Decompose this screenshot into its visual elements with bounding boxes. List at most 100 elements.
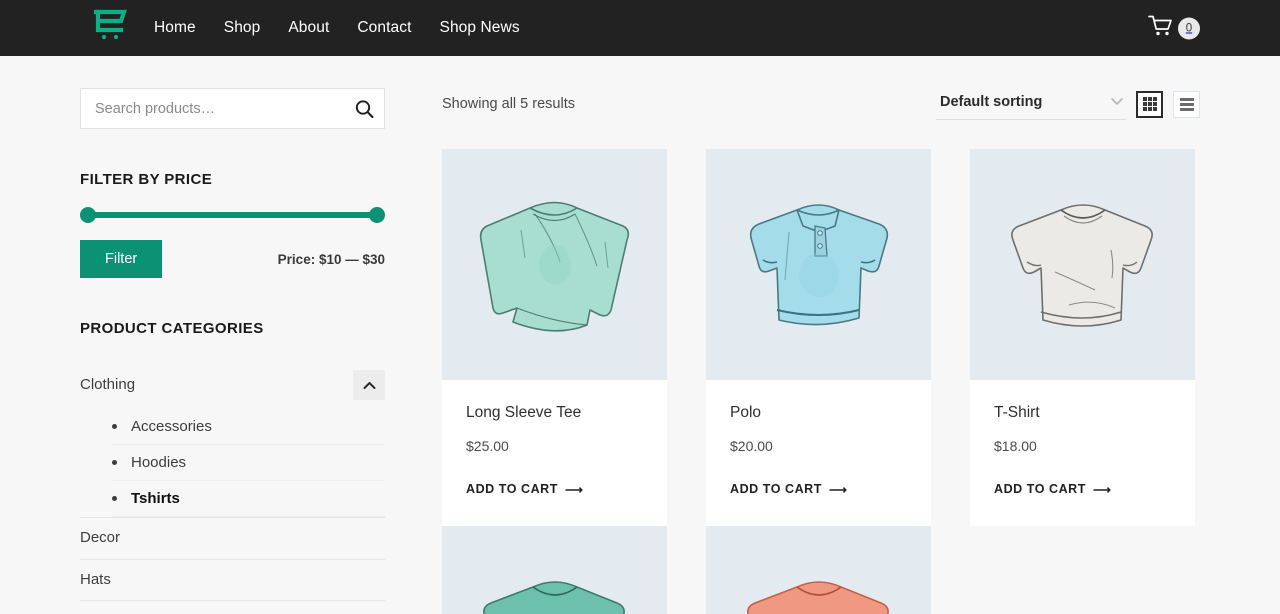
category-list: Clothing Accessories Hoodies Tshirts Dec…: [80, 361, 385, 614]
subcategory-link-hoodies[interactable]: Hoodies: [131, 454, 186, 471]
shop-content: Showing all 5 results Default sorting Lo…: [385, 86, 1200, 614]
add-to-cart-label: Add to cart: [730, 482, 822, 496]
chevron-down-icon: [1110, 93, 1124, 111]
subcategory-row: Tshirts: [112, 481, 385, 516]
subcategory-item-accessories: Accessories: [112, 409, 385, 445]
arrow-right-icon: ⟶: [1092, 482, 1112, 497]
sorting-selected-value: Default sorting: [940, 94, 1043, 110]
product-title[interactable]: Polo: [730, 404, 907, 422]
category-item-decor: Decor: [80, 518, 385, 560]
product-title[interactable]: T-Shirt: [994, 404, 1171, 422]
subcategory-row: Accessories: [112, 409, 385, 444]
category-item-music: Music: [80, 601, 385, 614]
shopping-cart-icon: [1148, 14, 1174, 43]
price-filter-title: FILTER BY PRICE: [80, 171, 213, 188]
sorting-dropdown[interactable]: Default sorting: [936, 88, 1126, 120]
toolbar-controls: Default sorting: [936, 88, 1200, 120]
teal-shirt-illustration: [482, 580, 625, 614]
product-price: $25.00: [466, 438, 509, 454]
sidebar: FILTER BY PRICE Filter Price: $10 — $30 …: [80, 86, 385, 614]
product-card[interactable]: [706, 526, 931, 614]
product-info: Long Sleeve Tee $25.00 Add to cart ⟶: [442, 380, 667, 526]
list-view-button[interactable]: [1173, 90, 1200, 118]
price-filter-controls: Filter Price: $10 — $30: [80, 240, 385, 278]
result-count: Showing all 5 results: [442, 96, 575, 112]
search-button[interactable]: [355, 99, 374, 118]
product-image[interactable]: [706, 149, 931, 380]
site-header: Home Shop About Contact Shop News 0: [0, 0, 1280, 56]
price-filter-widget: FILTER BY PRICE Filter Price: $10 — $30: [80, 171, 385, 278]
subcategory-link-accessories[interactable]: Accessories: [131, 418, 212, 435]
subcategory-item-tshirts: Tshirts: [112, 481, 385, 517]
category-row: Music: [80, 601, 385, 614]
nav-item-home[interactable]: Home: [154, 19, 210, 37]
product-categories-widget: PRODUCT CATEGORIES Clothing Accessories …: [80, 320, 385, 614]
cart-count-badge: 0: [1178, 17, 1200, 39]
shopping-cart-e-logo-icon: [90, 6, 130, 51]
add-to-cart-button[interactable]: Add to cart ⟶: [994, 482, 1111, 497]
grid-view-button[interactable]: [1136, 90, 1163, 118]
nav-item-shop-news[interactable]: Shop News: [426, 19, 534, 37]
product-image[interactable]: [706, 526, 931, 614]
price-slider-handle-max[interactable]: [369, 207, 385, 223]
cart-button[interactable]: 0: [1148, 14, 1200, 43]
arrow-right-icon: ⟶: [564, 482, 584, 497]
category-link-decor[interactable]: Decor: [80, 527, 120, 550]
subcategory-item-hoodies: Hoodies: [112, 445, 385, 481]
coral-shirt-illustration: [746, 580, 889, 614]
add-to-cart-label: Add to cart: [466, 482, 558, 496]
arrow-right-icon: ⟶: [828, 482, 848, 497]
product-card[interactable]: T-Shirt $18.00 Add to cart ⟶: [970, 149, 1195, 526]
bullet-icon: [112, 424, 117, 429]
product-price: $18.00: [994, 438, 1037, 454]
bullet-icon: [112, 496, 117, 501]
category-item-clothing: Clothing Accessories Hoodies Tshirts: [80, 361, 385, 518]
category-row: Decor: [80, 518, 385, 559]
nav-item-contact[interactable]: Contact: [343, 19, 425, 37]
product-grid: Long Sleeve Tee $25.00 Add to cart ⟶: [442, 149, 1200, 614]
category-link-clothing[interactable]: Clothing: [80, 374, 135, 397]
main-navigation: Home Shop About Contact Shop News: [154, 19, 534, 37]
add-to-cart-button[interactable]: Add to cart ⟶: [466, 482, 583, 497]
shop-toolbar: Showing all 5 results Default sorting: [442, 86, 1200, 122]
add-to-cart-button[interactable]: Add to cart ⟶: [730, 482, 847, 497]
product-price: $20.00: [730, 438, 773, 454]
subcategory-row: Hoodies: [112, 445, 385, 480]
product-card[interactable]: [442, 526, 667, 614]
category-row: Hats: [80, 560, 385, 601]
product-card[interactable]: Long Sleeve Tee $25.00 Add to cart ⟶: [442, 149, 667, 526]
polo-shirt-illustration: [749, 203, 888, 325]
category-link-music[interactable]: Music: [80, 610, 119, 614]
product-info: Polo $20.00 Add to cart ⟶: [706, 380, 931, 526]
add-to-cart-label: Add to cart: [994, 482, 1086, 496]
chevron-up-icon: [363, 378, 376, 393]
price-slider[interactable]: [80, 207, 385, 223]
t-shirt-illustration: [1010, 203, 1153, 327]
search-input[interactable]: [81, 89, 384, 128]
long-sleeve-tee-illustration: [479, 201, 629, 332]
nav-item-shop[interactable]: Shop: [210, 19, 275, 37]
category-item-hats: Hats: [80, 560, 385, 601]
bullet-icon: [112, 460, 117, 465]
product-info: T-Shirt $18.00 Add to cart ⟶: [970, 380, 1195, 526]
price-slider-handle-min[interactable]: [80, 207, 96, 223]
price-range-label: Price: $10 — $30: [277, 251, 385, 267]
subcategory-link-tshirts[interactable]: Tshirts: [131, 490, 180, 507]
grid-view-icon: [1142, 97, 1157, 111]
list-view-icon: [1179, 97, 1194, 111]
product-card[interactable]: Polo $20.00 Add to cart ⟶: [706, 149, 931, 526]
category-row: Clothing: [80, 361, 385, 409]
product-image[interactable]: [970, 149, 1195, 380]
nav-item-about[interactable]: About: [274, 19, 343, 37]
category-link-hats[interactable]: Hats: [80, 569, 111, 592]
site-logo[interactable]: [88, 6, 132, 50]
product-image[interactable]: [442, 526, 667, 614]
product-image[interactable]: [442, 149, 667, 380]
product-title[interactable]: Long Sleeve Tee: [466, 404, 643, 422]
filter-button[interactable]: Filter: [80, 240, 163, 278]
subcategory-list-clothing: Accessories Hoodies Tshirts: [80, 409, 385, 517]
category-toggle-clothing[interactable]: [353, 370, 385, 400]
page-body: FILTER BY PRICE Filter Price: $10 — $30 …: [0, 56, 1280, 614]
product-search-form: [80, 88, 385, 129]
search-icon: [355, 99, 374, 121]
